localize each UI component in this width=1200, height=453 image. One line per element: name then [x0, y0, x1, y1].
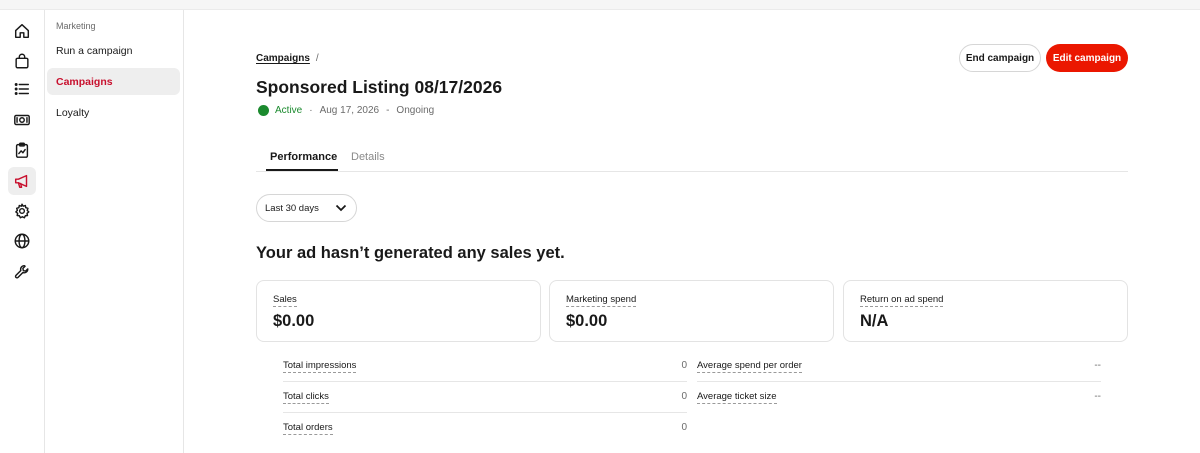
chevron-down-icon — [335, 204, 347, 212]
list-icon[interactable] — [8, 75, 36, 103]
edit-campaign-button[interactable]: Edit campaign — [1046, 44, 1128, 72]
end-campaign-button[interactable]: End campaign — [959, 44, 1041, 72]
home-icon[interactable] — [8, 17, 36, 45]
metric-row: Total clicks 0 — [283, 383, 687, 413]
average-spend-per-order-label[interactable]: Average spend per order — [697, 360, 802, 373]
gear-icon[interactable] — [8, 197, 36, 225]
average-ticket-size-value: -- — [1094, 391, 1101, 402]
date-separator: - — [386, 105, 390, 116]
clipboard-chart-icon[interactable] — [8, 136, 36, 164]
total-orders-value: 0 — [681, 422, 687, 433]
shopping-bag-icon[interactable] — [8, 47, 36, 75]
subnav-item-run-a-campaign[interactable]: Run a campaign — [47, 37, 180, 64]
roas-card: Return on ad spend N/A — [843, 280, 1128, 342]
total-impressions-label[interactable]: Total impressions — [283, 360, 357, 373]
total-clicks-label[interactable]: Total clicks — [283, 391, 329, 404]
status-badge: Active — [275, 105, 303, 116]
marketing-spend-card: Marketing spend $0.00 — [549, 280, 834, 342]
marketing-spend-label[interactable]: Marketing spend — [566, 294, 637, 307]
campaign-start-date: Aug 17, 2026 — [319, 105, 380, 116]
page-title: Sponsored Listing 08/17/2026 — [256, 77, 503, 97]
metric-row: Average ticket size -- — [697, 383, 1101, 413]
total-impressions-value: 0 — [681, 360, 687, 371]
total-orders-label[interactable]: Total orders — [283, 422, 333, 435]
breadcrumb-separator: / — [315, 53, 319, 64]
metric-row: Total impressions 0 — [283, 352, 687, 382]
date-range-value: Last 30 days — [265, 202, 319, 214]
campaign-status-row: Active · Aug 17, 2026 - Ongoing — [258, 105, 434, 116]
marketing-spend-value: $0.00 — [566, 312, 608, 330]
sales-label[interactable]: Sales — [273, 294, 297, 307]
money-icon[interactable] — [8, 106, 36, 134]
average-ticket-size-label[interactable]: Average ticket size — [697, 391, 777, 404]
subnav-item-loyalty[interactable]: Loyalty — [47, 99, 180, 126]
subnav-item-campaigns[interactable]: Campaigns — [47, 68, 180, 95]
roas-label[interactable]: Return on ad spend — [860, 294, 944, 307]
icon-rail — [0, 10, 45, 453]
subnav-heading: Marketing — [56, 21, 96, 31]
sales-card: Sales $0.00 — [256, 280, 541, 342]
top-bar — [0, 0, 1200, 10]
campaign-duration: Ongoing — [396, 105, 435, 116]
tab-performance[interactable]: Performance — [270, 151, 337, 163]
marketing-subnav: Marketing Run a campaign Campaigns Loyal… — [45, 10, 184, 453]
app-window: Marketing Run a campaign Campaigns Loyal… — [0, 0, 1200, 453]
status-dot-icon — [258, 105, 269, 116]
total-clicks-value: 0 — [681, 391, 687, 402]
tab-details[interactable]: Details — [351, 151, 385, 163]
date-range-dropdown[interactable]: Last 30 days — [256, 194, 357, 222]
roas-value: N/A — [860, 312, 889, 330]
globe-icon[interactable] — [8, 227, 36, 255]
sales-value: $0.00 — [273, 312, 315, 330]
megaphone-icon[interactable] — [8, 167, 36, 195]
breadcrumb: Campaigns / — [256, 53, 319, 64]
tab-bar: Performance Details — [256, 148, 1128, 172]
empty-state-headline: Your ad hasn’t generated any sales yet. — [256, 244, 565, 262]
active-tab-indicator — [266, 169, 338, 171]
metric-row: Average spend per order -- — [697, 352, 1101, 382]
main-content: Campaigns / End campaign Edit campaign S… — [184, 10, 1200, 453]
metric-row: Total orders 0 — [283, 414, 687, 444]
breadcrumb-link-campaigns[interactable]: Campaigns — [256, 53, 310, 64]
wrench-icon[interactable] — [8, 258, 36, 286]
status-separator: · — [309, 105, 313, 116]
average-spend-per-order-value: -- — [1094, 360, 1101, 371]
